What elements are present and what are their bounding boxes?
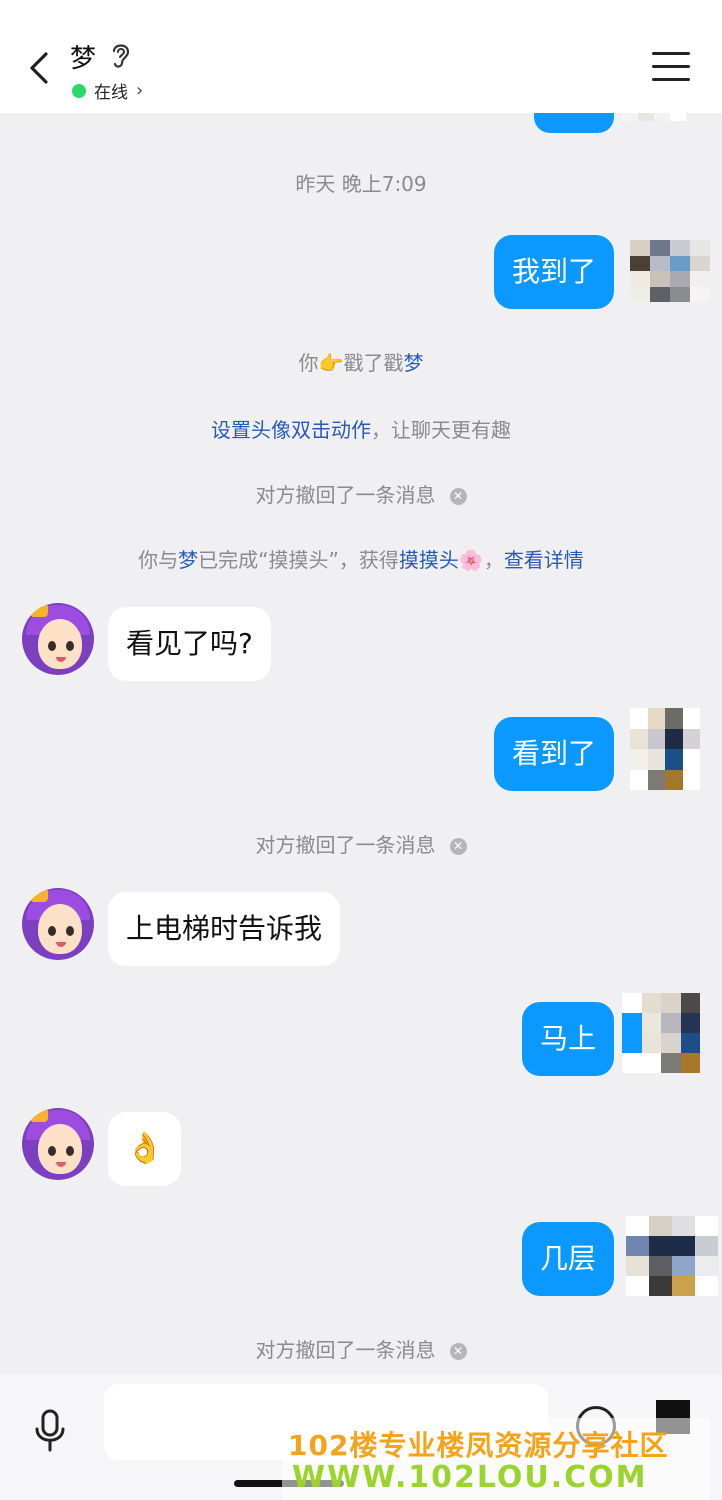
- my-message-bubble[interactable]: 几层: [521, 1222, 614, 1296]
- recall-notice: 对方撤回了一条消息 ✕: [0, 829, 722, 858]
- poke-middle: 戳了戳: [343, 351, 404, 375]
- contact-avatar[interactable]: [22, 1108, 94, 1180]
- recall-text: 对方撤回了一条消息: [255, 1338, 436, 1362]
- back-arrow-icon[interactable]: [22, 48, 62, 88]
- contact-avatar[interactable]: [22, 603, 94, 675]
- achievement-prefix: 你与: [138, 548, 179, 572]
- recall-text: 对方撤回了一条消息: [255, 483, 436, 507]
- recall-notice: 对方撤回了一条消息 ✕: [0, 479, 722, 508]
- contact-avatar[interactable]: [22, 888, 94, 960]
- achievement-contact-link[interactable]: 梦: [178, 548, 198, 572]
- achievement-middle: 已完成“摸摸头”，获得: [198, 548, 399, 572]
- my-message-bubble[interactable]: 看到了: [493, 717, 614, 791]
- timestamp: 昨天 晚上7:09: [295, 172, 427, 196]
- their-message-bubble[interactable]: 上电梯时告诉我: [108, 892, 341, 966]
- my-message-bubble[interactable]: 马上: [521, 1002, 614, 1076]
- previous-message-bubble[interactable]: [534, 113, 614, 133]
- set-avatar-action-link[interactable]: 设置头像双击动作: [211, 418, 371, 442]
- ok-hand-emoji: 👌: [126, 1131, 164, 1166]
- view-details-link[interactable]: 查看详情: [504, 548, 584, 572]
- online-status[interactable]: 在线 ›: [72, 78, 143, 103]
- watermark-line-1: 102楼专业楼凤资源分享社区: [288, 1429, 669, 1462]
- their-message-bubble[interactable]: 看见了吗?: [108, 607, 271, 681]
- tip-rest: ，让聊天更有趣: [371, 418, 511, 442]
- ear-icon[interactable]: [108, 40, 134, 70]
- poke-notice: 你👉戳了戳梦: [0, 347, 722, 376]
- contact-name[interactable]: 梦: [70, 38, 96, 75]
- close-icon[interactable]: ✕: [449, 488, 467, 505]
- poke-target-link[interactable]: 梦: [403, 351, 423, 375]
- avatar-action-tip: 设置头像双击动作，让聊天更有趣: [0, 414, 722, 443]
- my-avatar[interactable]: [630, 240, 710, 302]
- close-icon[interactable]: ✕: [449, 1343, 467, 1360]
- my-message-bubble[interactable]: 我到了: [493, 235, 614, 309]
- chat-header: 梦 在线 ›: [0, 0, 722, 113]
- recall-notice: 对方撤回了一条消息 ✕: [0, 1334, 722, 1363]
- my-avatar[interactable]: [630, 708, 700, 790]
- status-label: 在线: [94, 83, 128, 103]
- microphone-icon[interactable]: [30, 1408, 70, 1452]
- watermark-line-2: WWW.102LOU.COM: [292, 1460, 648, 1495]
- achievement-badge-link[interactable]: 摸摸头: [399, 548, 459, 572]
- hamburger-menu-icon[interactable]: [652, 52, 690, 82]
- flower-icon: 🌸: [458, 548, 484, 572]
- chevron-right-icon: ›: [136, 80, 144, 101]
- achievement-notice: 你与梦已完成“摸摸头”，获得摸摸头🌸，查看详情: [0, 544, 722, 573]
- recall-text: 对方撤回了一条消息: [255, 833, 436, 857]
- close-icon[interactable]: ✕: [449, 838, 467, 855]
- my-avatar[interactable]: [622, 993, 700, 1073]
- my-avatar[interactable]: [622, 113, 686, 121]
- poke-prefix: 你: [298, 351, 319, 375]
- pointing-hand-icon: 👉: [318, 351, 344, 375]
- achievement-comma: ，: [483, 548, 504, 572]
- online-dot-icon: [72, 83, 86, 98]
- their-message-bubble[interactable]: 👌: [108, 1112, 182, 1186]
- my-avatar[interactable]: [626, 1216, 718, 1296]
